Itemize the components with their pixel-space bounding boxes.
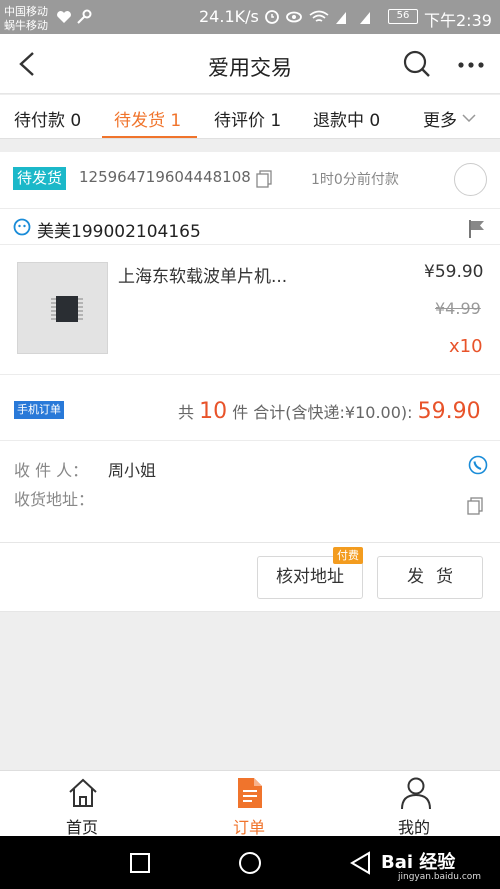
phone-icon[interactable] bbox=[466, 455, 488, 475]
recent-apps-icon[interactable] bbox=[129, 852, 151, 874]
network-speed: 24.1K/s bbox=[199, 7, 259, 26]
tab-refunding[interactable]: 退款中 0 bbox=[313, 106, 380, 131]
chevron-down-icon bbox=[462, 114, 476, 122]
status-badge: 待发货 bbox=[13, 167, 67, 190]
tab-home-label[interactable]: 首页 bbox=[66, 814, 98, 838]
home-icon[interactable] bbox=[67, 777, 99, 809]
tab-me-label[interactable]: 我的 bbox=[398, 814, 430, 838]
key-icon bbox=[77, 9, 92, 24]
order-document-icon[interactable] bbox=[236, 776, 264, 810]
product-price: ¥59.90 bbox=[424, 262, 484, 282]
tab-orders-label[interactable]: 订单 bbox=[233, 814, 265, 838]
heart-rate-icon bbox=[57, 11, 71, 23]
order-actions: 核对地址 付费 发货 bbox=[0, 542, 500, 612]
mobile-order-tag: 手机订单 bbox=[14, 401, 64, 419]
divider bbox=[0, 208, 500, 209]
tab-more[interactable]: 更多 bbox=[423, 106, 457, 131]
system-navigation-bar: Bai 经验 jingyan.baidu.com bbox=[0, 836, 500, 889]
chip-image bbox=[51, 296, 83, 322]
active-tab-indicator bbox=[102, 136, 197, 138]
buyer-name[interactable]: 美美199002104165 bbox=[37, 217, 201, 242]
paid-time: 1时0分前付款 bbox=[311, 172, 399, 188]
app-header: 爱用交易 bbox=[0, 34, 500, 94]
product-title[interactable]: 上海东软载波单片机... bbox=[118, 262, 287, 287]
divider bbox=[0, 440, 500, 441]
back-button-icon[interactable] bbox=[349, 851, 371, 875]
status-bar: 中国移动 蜗牛移动 24.1K/s 56 下午2:39 bbox=[0, 0, 500, 34]
carrier-label-secondary: 蜗牛移动 bbox=[4, 19, 48, 32]
receiver-label: 收 件 人： bbox=[14, 461, 89, 480]
tab-pending-payment[interactable]: 待付款 0 bbox=[14, 106, 81, 131]
summary-count: 10 bbox=[199, 399, 228, 424]
address-label: 收货地址： bbox=[14, 490, 95, 509]
profile-icon[interactable] bbox=[400, 776, 432, 810]
battery-indicator: 56 bbox=[388, 9, 418, 24]
order-card: 待发货 125964719604448108 1时0分前付款 美美1990021… bbox=[0, 152, 500, 542]
order-select-checkbox[interactable] bbox=[454, 163, 487, 196]
watermark-brand: Bai 经验 bbox=[381, 852, 456, 873]
copy-address-icon[interactable] bbox=[467, 497, 483, 515]
ship-button[interactable]: 发货 bbox=[377, 556, 483, 599]
wangwang-chat-icon[interactable] bbox=[13, 218, 31, 236]
watermark-url: jingyan.baidu.com bbox=[398, 872, 482, 882]
search-icon[interactable] bbox=[403, 50, 431, 78]
flag-icon[interactable] bbox=[468, 219, 486, 239]
product-thumbnail[interactable] bbox=[17, 262, 108, 354]
tab-pending-review[interactable]: 待评价 1 bbox=[214, 106, 281, 131]
product-original-price: ¥4.99 bbox=[435, 299, 481, 318]
tab-pending-shipment[interactable]: 待发货 1 bbox=[114, 106, 181, 131]
paid-feature-badge: 付费 bbox=[333, 547, 363, 564]
summary-prefix: 共 bbox=[178, 403, 195, 422]
clock: 下午2:39 bbox=[424, 11, 492, 30]
divider bbox=[0, 244, 500, 245]
order-number: 125964719604448108 bbox=[79, 168, 251, 186]
order-status-tabs: 待付款 0 待发货 1 待评价 1 退款中 0 更多 bbox=[0, 95, 500, 139]
receiver-name: 周小姐 bbox=[108, 461, 157, 480]
product-quantity: x10 bbox=[449, 336, 483, 357]
status-icons bbox=[265, 10, 370, 24]
divider bbox=[0, 374, 500, 375]
summary-suffix: 件 合计(含快递:¥10.00): bbox=[232, 403, 413, 422]
order-summary: 共 10 件 合计(含快递:¥10.00): 59.90 bbox=[178, 399, 481, 424]
bottom-tab-bar: 首页 订单 我的 bbox=[0, 770, 500, 838]
home-button-icon[interactable] bbox=[238, 851, 262, 875]
more-options-icon[interactable] bbox=[458, 61, 484, 69]
summary-total: 59.90 bbox=[417, 399, 481, 424]
copy-icon[interactable] bbox=[256, 170, 272, 188]
